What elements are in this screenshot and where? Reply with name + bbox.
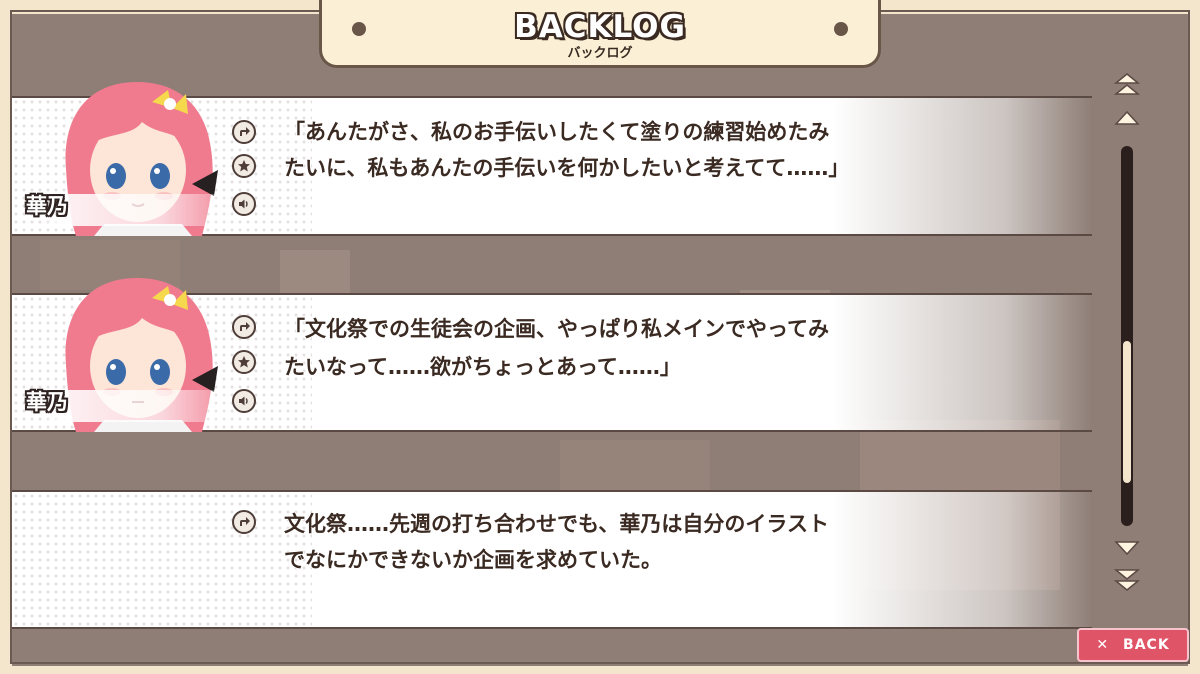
- character-portrait: [42, 74, 232, 236]
- log-entry: 華乃 「文化祭での生徒会の企画、やっぱり私メインでやってみ たいなって……欲がち…: [12, 278, 1092, 432]
- dialogue-line: 「文化祭での生徒会の企画、やっぱり私メインでやってみ: [284, 317, 829, 341]
- character-portrait: [42, 270, 232, 432]
- dot-pattern: [12, 492, 312, 627]
- scroll-thumb[interactable]: [1123, 341, 1131, 484]
- speaker-name: 華乃: [26, 390, 68, 414]
- speaker-name: 華乃: [26, 194, 68, 218]
- narration-line: 文化祭……先週の打ち合わせでも、華乃は自分のイラスト: [284, 512, 829, 536]
- page-subtitle: バックログ: [567, 46, 633, 61]
- dialogue-line: 「あんたがさ、私のお手伝いしたくて塗りの練習始めたみ: [284, 120, 830, 144]
- scrollbar[interactable]: [1112, 70, 1142, 600]
- narration-line: でなにかできないか企画を求めていた。: [284, 548, 662, 572]
- title-tab: BACKLOG バックログ: [319, 0, 881, 68]
- star-icon[interactable]: [232, 350, 256, 374]
- scroll-bottom-icon[interactable]: [1112, 568, 1142, 592]
- back-button[interactable]: ✕ BACK: [1077, 628, 1189, 662]
- page-title: BACKLOG: [514, 9, 686, 45]
- dialogue-line: たいなって……欲がちょっとあって……」: [284, 355, 681, 379]
- name-tag-bg: [42, 194, 232, 226]
- jump-icon[interactable]: [232, 510, 256, 534]
- star-icon[interactable]: [232, 154, 256, 178]
- log-entry: 華乃 「あんたがさ、私のお手伝いしたくて塗りの練習始めたみ たいに、私もあんたの…: [12, 82, 1092, 236]
- scroll-down-icon[interactable]: [1112, 536, 1142, 560]
- voice-icon[interactable]: [232, 192, 256, 216]
- name-tag-bg: [42, 390, 232, 422]
- voice-icon[interactable]: [232, 389, 256, 413]
- dialogue-line: たいに、私もあんたの手伝いを何かしたいと考えてて……」: [284, 156, 850, 180]
- jump-icon[interactable]: [232, 315, 256, 339]
- jump-icon[interactable]: [232, 120, 256, 144]
- close-icon: ✕: [1096, 637, 1110, 653]
- scroll-top-icon[interactable]: [1112, 72, 1142, 96]
- log-entry: 文化祭……先週の打ち合わせでも、華乃は自分のイラスト でなにかできないか企画を求…: [12, 490, 1092, 629]
- scroll-up-icon[interactable]: [1112, 106, 1142, 130]
- back-button-label: BACK: [1123, 637, 1170, 653]
